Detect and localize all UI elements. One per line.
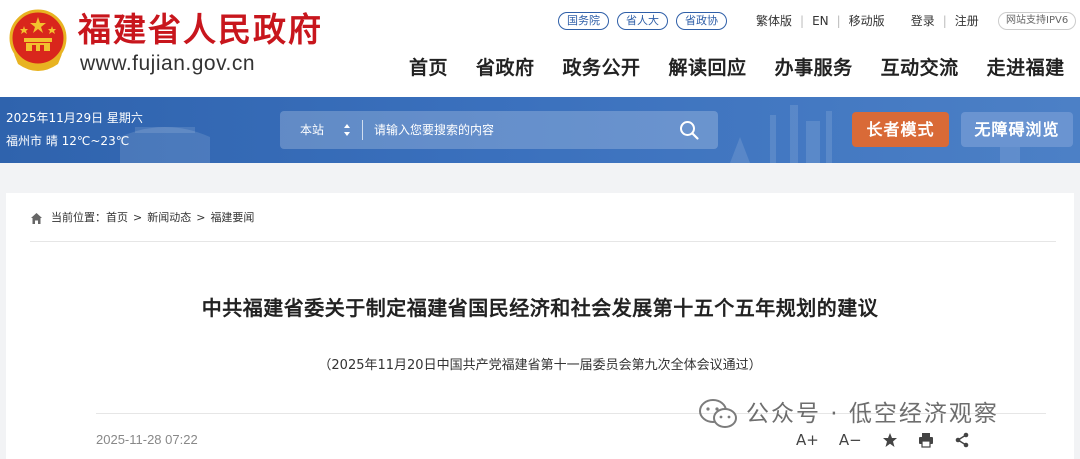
breadcrumb: 当前位置： 首页 > 新闻动态 > 福建要闻 (30, 210, 254, 226)
search-input[interactable] (374, 120, 654, 140)
ipv6-badge: 网站支持IPV6 (998, 12, 1077, 30)
scope-arrow-icon[interactable] (342, 120, 352, 140)
breadcrumb-home[interactable]: 首页 (106, 210, 128, 226)
current-date: 2025年11月29日 星期六 (6, 111, 143, 125)
breadcrumb-fujian-news[interactable]: 福建要闻 (210, 210, 254, 226)
elder-mode-button[interactable]: 长者模式 (852, 112, 949, 147)
tag-state-council[interactable]: 国务院 (558, 12, 609, 30)
article-subtitle: （2025年11月20日中国共产党福建省第十一届委员会第九次全体会议通过） (318, 358, 762, 373)
breadcrumb-divider (30, 241, 1056, 242)
nav-government[interactable]: 省政府 (476, 54, 535, 82)
site-url: www.fujian.gov.cn (80, 52, 256, 75)
site-name[interactable]: 福建省人民政府 (78, 8, 323, 52)
top-links: 繁体版 | EN | 移动版 登录 | 注册 (756, 12, 979, 30)
breadcrumb-separator: > (133, 211, 143, 224)
search-banner: 2025年11月29日 星期六 福州市 晴 12℃~23℃ 本站 长者模式 无障… (0, 97, 1080, 163)
nav-interpretation[interactable]: 解读回应 (669, 54, 747, 82)
share-icon[interactable] (954, 432, 970, 448)
search-divider (362, 120, 363, 140)
login-link[interactable]: 登录 (911, 12, 935, 30)
link-separator: | (836, 14, 841, 28)
top-tags: 国务院 省人大 省政协 (558, 12, 727, 30)
nav-about-fujian[interactable]: 走进福建 (987, 54, 1065, 82)
font-increase-button[interactable]: A+ (796, 430, 819, 450)
breadcrumb-news[interactable]: 新闻动态 (147, 210, 191, 226)
home-icon (31, 212, 42, 224)
link-separator: | (942, 14, 947, 28)
site-header: 福建省人民政府 www.fujian.gov.cn 国务院 省人大 省政协 繁体… (0, 0, 1080, 97)
search-scope-select[interactable]: 本站 (300, 122, 324, 138)
nav-interaction[interactable]: 互动交流 (881, 54, 959, 82)
nav-public-affairs[interactable]: 政务公开 (563, 54, 641, 82)
national-emblem-icon[interactable] (6, 8, 70, 74)
watermark-text: 公众号 · 低空经济观察 (746, 401, 999, 427)
nav-home[interactable]: 首页 (409, 54, 448, 82)
article-title: 中共福建省委关于制定福建省国民经济和社会发展第十五个五年规划的建议 (201, 296, 879, 320)
print-icon[interactable] (918, 432, 934, 448)
main-nav: 首页 省政府 政务公开 解读回应 办事服务 互动交流 走进福建 (409, 54, 1065, 82)
breadcrumb-separator: > (196, 211, 206, 224)
english-link[interactable]: EN (812, 12, 829, 30)
mobile-link[interactable]: 移动版 (849, 12, 885, 30)
wechat-icon (699, 399, 737, 428)
weather-info: 福州市 晴 12℃~23℃ (6, 134, 130, 148)
accessibility-button[interactable]: 无障碍浏览 (961, 112, 1073, 147)
register-link[interactable]: 注册 (955, 12, 979, 30)
publish-date: 2025-11-28 07:22 (96, 432, 198, 447)
link-separator: | (800, 14, 805, 28)
star-icon[interactable] (882, 432, 898, 448)
article-tools: A+ A− (796, 430, 970, 450)
nav-services[interactable]: 办事服务 (775, 54, 853, 82)
search-icon[interactable] (678, 119, 700, 141)
tag-provincial-congress[interactable]: 省人大 (617, 12, 668, 30)
tag-provincial-cppcc[interactable]: 省政协 (676, 12, 727, 30)
breadcrumb-prefix: 当前位置： (51, 211, 106, 224)
search-box: 本站 (280, 111, 718, 149)
font-decrease-button[interactable]: A− (839, 430, 862, 450)
wechat-watermark: 公众号 · 低空经济观察 (698, 398, 999, 430)
traditional-chinese-link[interactable]: 繁体版 (756, 12, 792, 30)
